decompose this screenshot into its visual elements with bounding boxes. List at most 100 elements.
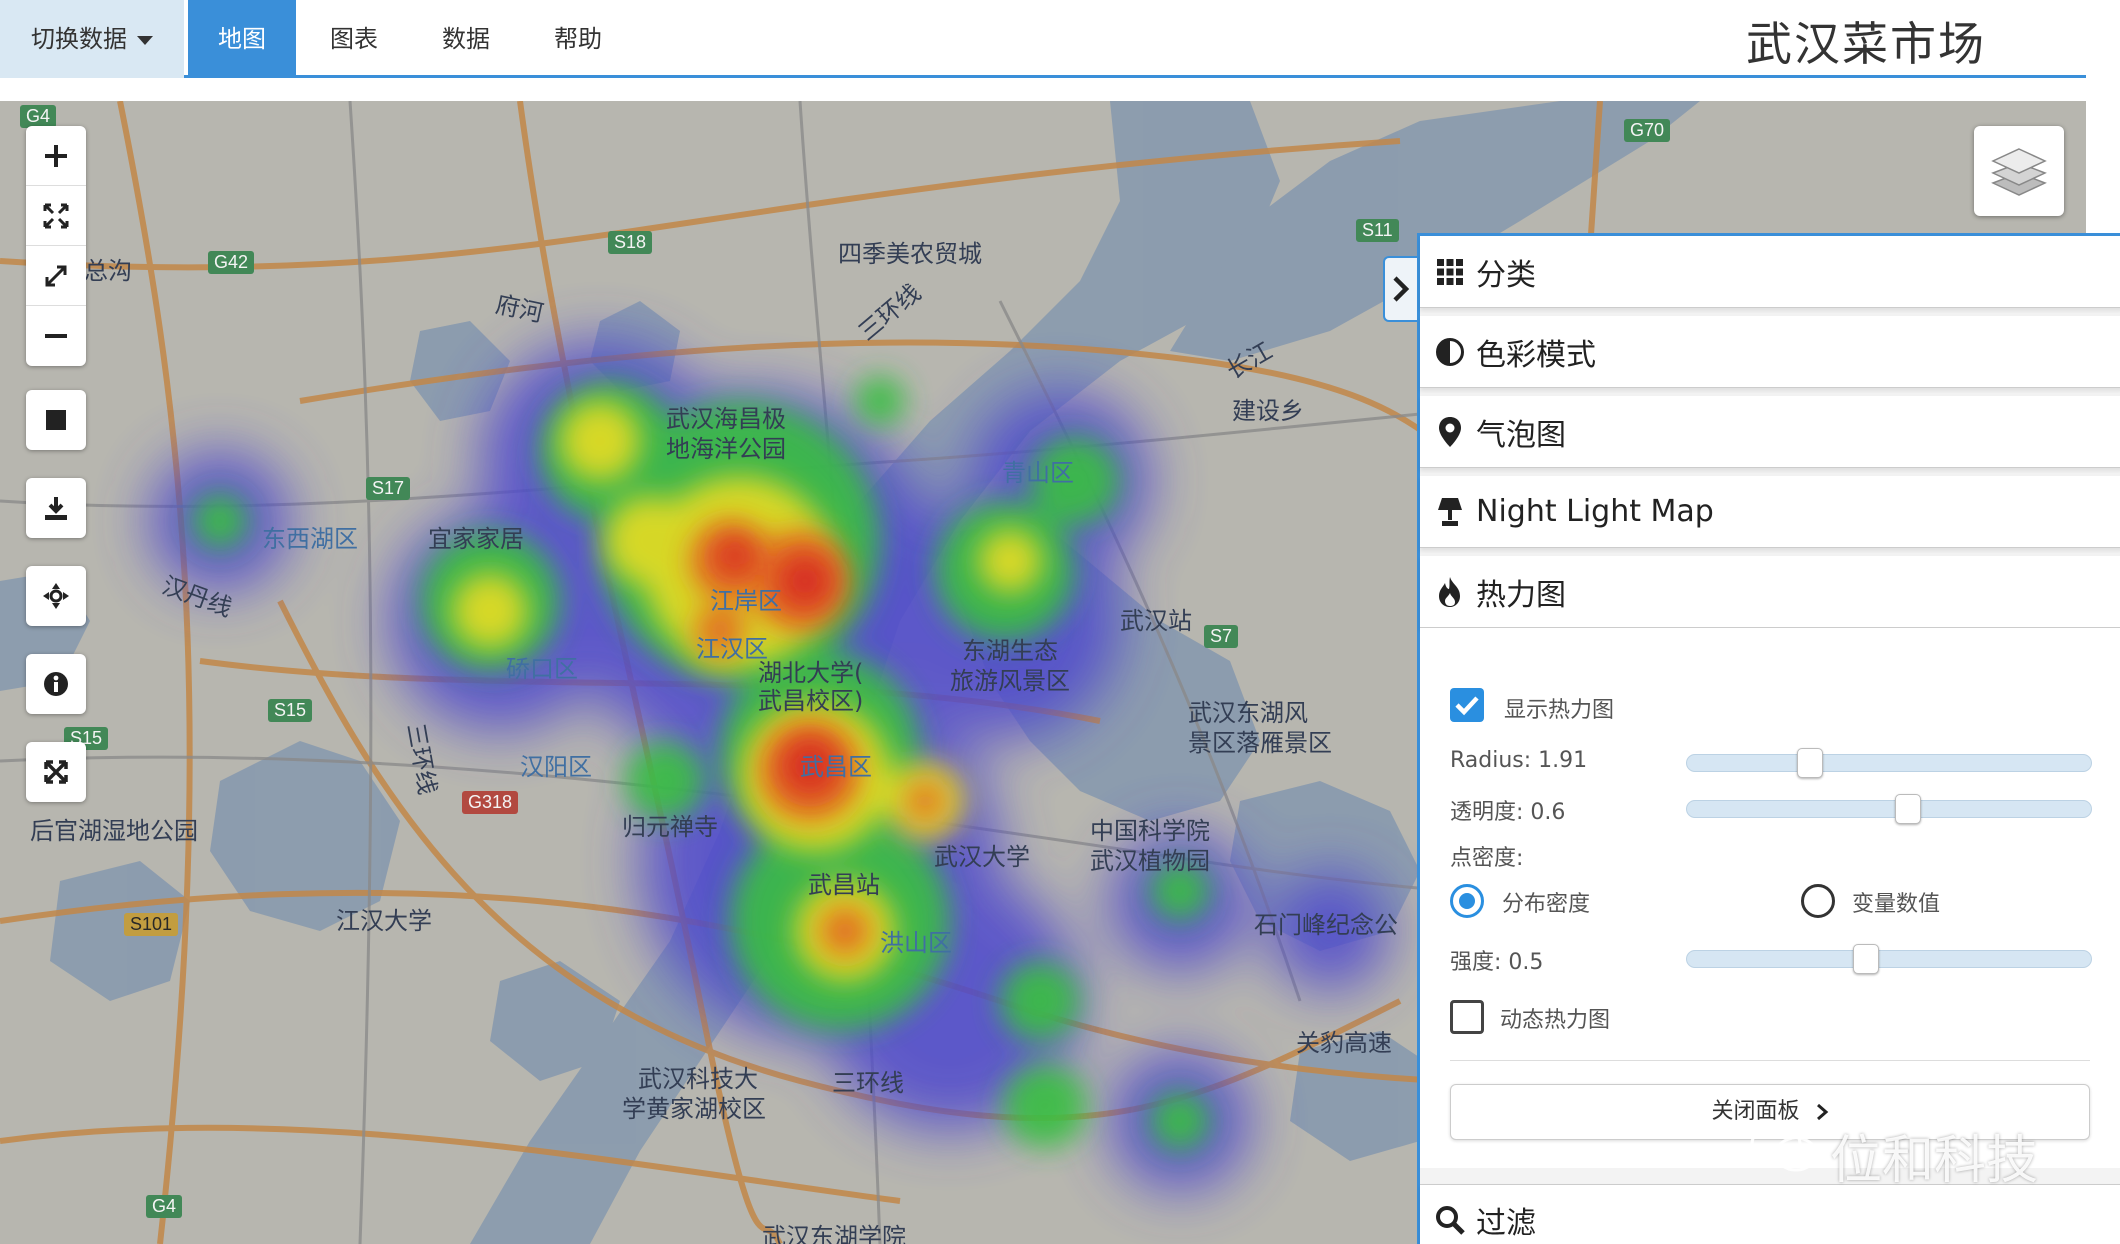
- top-navbar: 切换数据 地图 图表 数据 帮助 武汉菜市场: [0, 0, 2086, 78]
- map-label: 江汉大学: [336, 907, 432, 935]
- section-night-light-label: Night Light Map: [1476, 494, 1714, 529]
- section-bubble-label: 气泡图: [1476, 417, 1566, 453]
- map-label: 武汉站: [1120, 607, 1192, 635]
- search-icon: [1434, 1204, 1466, 1236]
- tab-data[interactable]: 数据: [412, 0, 520, 78]
- switch-data-label: 切换数据: [31, 25, 127, 53]
- map-label: 后官湖湿地公园: [30, 817, 198, 845]
- fullscreen-button[interactable]: [26, 246, 86, 306]
- map-label: 四季美农贸城: [838, 240, 982, 268]
- radius-slider-handle[interactable]: [1797, 748, 1823, 778]
- fullscreen-icon: [45, 265, 67, 286]
- download-button[interactable]: [26, 478, 86, 538]
- map-label: 景区落雁景区: [1188, 729, 1332, 757]
- radio-variable-value[interactable]: [1801, 884, 1835, 918]
- road-shield: S15: [268, 699, 313, 722]
- divider: [1450, 1060, 2090, 1061]
- tab-map[interactable]: 地图: [188, 0, 296, 78]
- download-icon: [45, 497, 67, 520]
- info-button[interactable]: [26, 654, 86, 714]
- zoom-in-button[interactable]: [26, 126, 86, 186]
- map-label: 武汉大学: [934, 843, 1030, 871]
- chevron-right-icon: [1393, 276, 1410, 302]
- check-icon: [1455, 696, 1479, 716]
- tab-chart[interactable]: 图表: [300, 0, 408, 78]
- map-label: 江岸区: [710, 587, 782, 615]
- opacity-slider[interactable]: [1686, 794, 2092, 824]
- road-shield: S18: [608, 231, 653, 254]
- zoom-extent-button[interactable]: [26, 186, 86, 246]
- chevron-right-icon: [1816, 1103, 1828, 1121]
- section-category[interactable]: 分类: [1420, 236, 2120, 308]
- road-shield: G42: [208, 251, 255, 274]
- section-heatmap[interactable]: 热力图: [1420, 556, 2120, 628]
- show-heatmap-checkbox[interactable]: [1450, 688, 1484, 722]
- section-bubble[interactable]: 气泡图: [1420, 396, 2120, 468]
- layers-icon: [1991, 148, 2047, 196]
- map-label: 三环线: [832, 1069, 904, 1097]
- app-title: 武汉菜市场: [1746, 17, 1986, 71]
- zoom-control-group: [26, 126, 86, 366]
- show-heatmap-label: 显示热力图: [1504, 698, 1615, 723]
- zoom-out-icon: [45, 334, 67, 338]
- road-shield: G70: [1624, 119, 1671, 142]
- map-label: 东西湖区: [262, 525, 358, 553]
- map-label: 武昌校区): [758, 687, 864, 715]
- grid-icon: [1434, 256, 1466, 288]
- locate-icon: [43, 583, 69, 609]
- radius-slider[interactable]: [1686, 748, 2092, 778]
- zoom-extent-icon: [43, 203, 69, 228]
- map-label: 硚口区: [506, 655, 578, 683]
- radio-variable-label: 变量数值: [1852, 892, 1941, 917]
- map-label: 武汉东湖学院: [762, 1223, 906, 1244]
- draw-square-button[interactable]: [26, 390, 86, 450]
- contrast-icon: [1434, 336, 1466, 368]
- road-shield: G318: [462, 791, 519, 814]
- radius-label: Radius: 1.91: [1450, 748, 1588, 773]
- zoom-out-button[interactable]: [26, 306, 86, 366]
- density-label: 点密度:: [1450, 846, 1524, 871]
- map-label: 武昌区: [800, 753, 872, 781]
- section-category-label: 分类: [1476, 257, 1536, 293]
- map-label: 青山区: [1002, 459, 1074, 487]
- section-color-mode[interactable]: 色彩模式: [1420, 316, 2120, 388]
- draw-square-icon: [46, 410, 66, 430]
- locate-button[interactable]: [26, 566, 86, 626]
- app-root: 切换数据 地图 图表 数据 帮助 武汉菜市场 四季美农贸城 武汉海昌极 地海洋公…: [0, 0, 2120, 1244]
- radio-distribution-label: 分布密度: [1502, 892, 1591, 917]
- map-label: 汉阳区: [520, 753, 592, 781]
- layers-button[interactable]: [1974, 126, 2064, 216]
- road-shield: S11: [1356, 219, 1399, 242]
- zoom-in-icon: [45, 144, 67, 167]
- dynamic-heatmap-checkbox[interactable]: [1450, 1000, 1484, 1034]
- map-label: 归元禅寺: [622, 813, 718, 841]
- map-label: 石门峰纪念公: [1254, 911, 1398, 939]
- map-label: 建设乡: [1232, 397, 1304, 425]
- radio-distribution-density[interactable]: [1450, 884, 1484, 918]
- section-night-light[interactable]: Night Light Map: [1420, 476, 2120, 548]
- map-label: 武汉植物园: [1090, 847, 1210, 875]
- lamp-icon: [1434, 496, 1466, 528]
- map-label: 武昌站: [808, 871, 880, 899]
- side-panel: 分类 色彩模式 气泡图 Night Light Map 热力图 显示热力图 Ra…: [1417, 233, 2120, 1244]
- map-label: 地海洋公园: [666, 435, 786, 463]
- close-panel-label: 关闭面板: [1711, 1099, 1800, 1124]
- section-color-mode-label: 色彩模式: [1476, 337, 1596, 373]
- road-shield: G4: [146, 1195, 183, 1218]
- road-shield: S17: [366, 477, 411, 500]
- map-marker-icon: [1434, 416, 1466, 448]
- map-label: 总沟: [84, 257, 132, 285]
- expand-button[interactable]: [26, 742, 86, 802]
- panel-toggle-button[interactable]: [1383, 256, 1417, 322]
- opacity-slider-handle[interactable]: [1895, 794, 1921, 824]
- caret-down-icon: [137, 35, 153, 45]
- section-filter[interactable]: 过滤: [1420, 1184, 2120, 1244]
- intensity-label: 强度: 0.5: [1450, 950, 1544, 975]
- map-label: 洪山区: [880, 929, 952, 957]
- intensity-slider[interactable]: [1686, 944, 2092, 974]
- map-label: 旅游风景区: [950, 667, 1070, 695]
- fire-icon: [1434, 576, 1466, 608]
- intensity-slider-handle[interactable]: [1853, 944, 1879, 974]
- tab-help[interactable]: 帮助: [524, 0, 632, 78]
- switch-data-dropdown[interactable]: 切换数据: [0, 0, 184, 78]
